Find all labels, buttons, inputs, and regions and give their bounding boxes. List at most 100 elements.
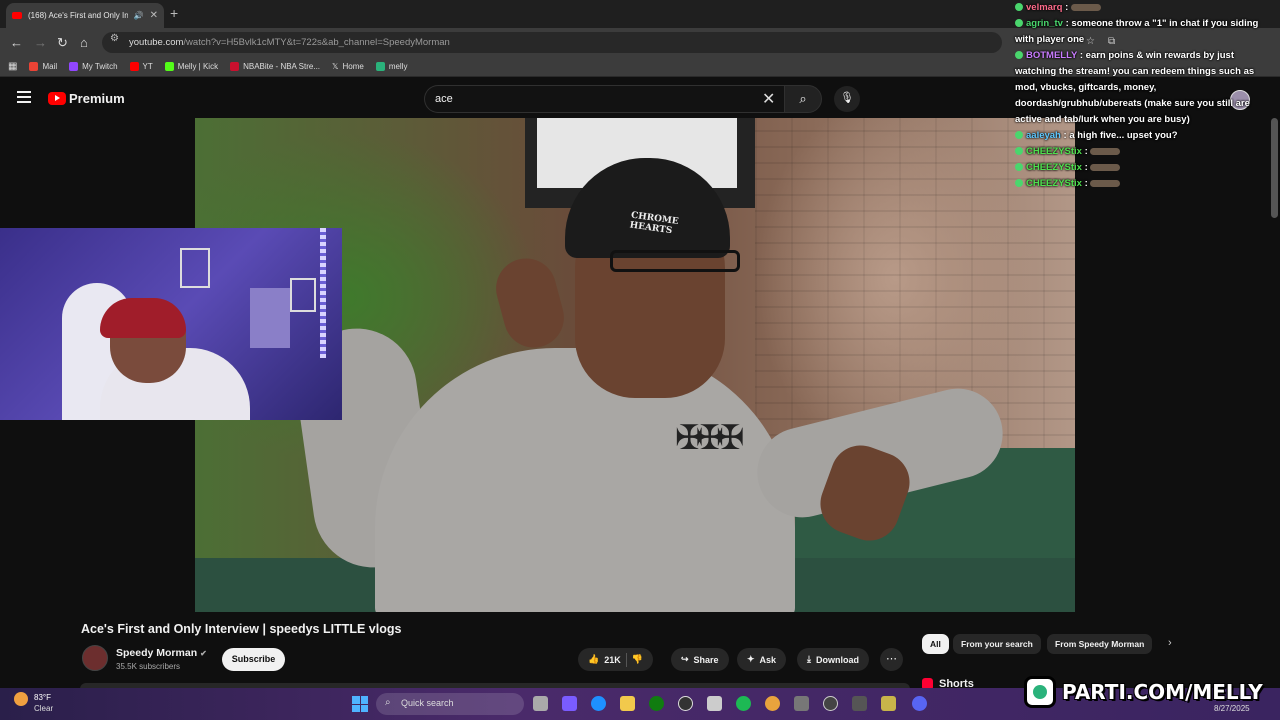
twitch-icon	[69, 62, 79, 71]
dislike-icon[interactable]: 👎	[632, 654, 643, 665]
download-button[interactable]: ⤓ Download	[797, 648, 869, 671]
menu-icon[interactable]	[17, 91, 31, 106]
logo-text: Premium	[69, 91, 125, 106]
person-hand	[489, 251, 571, 355]
bookmark-melly[interactable]: melly	[375, 62, 408, 71]
chat-badge-icon	[1015, 147, 1023, 156]
more-actions-button[interactable]: ⋯	[880, 648, 903, 671]
chat-badge-icon	[1015, 131, 1023, 140]
ask-button[interactable]: ✦ Ask	[737, 648, 787, 671]
bookmark-mail[interactable]: Mail	[29, 62, 57, 71]
app-icon[interactable]	[794, 696, 809, 711]
streamer-hat	[100, 298, 186, 338]
spotify-icon[interactable]	[736, 696, 751, 711]
bookmark-kick[interactable]: Melly | Kick	[164, 62, 219, 71]
bookmark-label: melly	[388, 62, 408, 71]
chat-message: BOTMELLY : earn poins & win rewards by j…	[1015, 50, 1255, 125]
xbox-icon[interactable]	[649, 696, 664, 711]
subscribe-button[interactable]: Subscribe	[222, 648, 285, 671]
store-icon[interactable]	[707, 696, 722, 711]
weather-icon[interactable]	[14, 692, 28, 706]
app-icon[interactable]	[881, 696, 896, 711]
person-glasses	[610, 250, 740, 272]
download-label: Download	[815, 654, 859, 665]
download-icon: ⤓	[807, 654, 811, 664]
new-tab-button[interactable]: +	[170, 5, 178, 21]
url-path: /watch?v=H5Bvlk1cMTY&t=722s&ab_channel=S…	[183, 37, 450, 48]
weather-temp[interactable]: 83°F	[34, 693, 51, 702]
bookmark-nbabite[interactable]: NBABite - NBA Stre...	[230, 62, 320, 71]
chat-text: earn poins & win rewards by just watchin…	[1015, 50, 1255, 125]
share-label: Share	[693, 654, 719, 665]
parti-logo-icon	[1024, 676, 1056, 708]
url-host: youtube.com	[129, 37, 184, 48]
chat-badge-icon	[1015, 163, 1023, 172]
stream-chat-overlay: velmarq : agrin_tv : someone throw a "1"…	[1015, 0, 1273, 200]
chrome-icon[interactable]	[765, 696, 780, 711]
channel-name[interactable]: Speedy Morman ✔	[116, 647, 207, 659]
gmail-icon	[29, 62, 39, 71]
voice-search-button[interactable]: 🎙	[834, 86, 860, 112]
start-button[interactable]	[352, 696, 368, 712]
chat-message: agrin_tv : someone throw a "1" in chat i…	[1015, 18, 1259, 45]
speaker-icon[interactable]: 🔊	[134, 11, 144, 20]
apps-grid-icon[interactable]: ▦	[8, 61, 17, 72]
chat-emote-icon	[1090, 147, 1121, 155]
reload-icon[interactable]: ↻	[57, 35, 68, 51]
share-button[interactable]: ↪ Share	[671, 648, 729, 671]
chat-badge-icon	[1015, 3, 1023, 12]
chevron-right-icon[interactable]: ›	[1168, 637, 1172, 649]
bookmark-label: YT	[142, 62, 153, 71]
discord-icon[interactable]	[912, 696, 927, 711]
bookmark-home[interactable]: 𝕏 Home	[332, 62, 364, 71]
shelf	[250, 288, 290, 348]
taskbar-search[interactable]: Quick search	[376, 693, 524, 715]
chat-badge-icon	[1015, 19, 1023, 28]
kick-icon	[164, 62, 174, 71]
task-view-icon[interactable]	[533, 696, 548, 711]
clear-search-icon[interactable]: ✕	[762, 89, 775, 109]
app-icon[interactable]	[852, 696, 867, 711]
page-scrollbar[interactable]	[1271, 118, 1278, 218]
weather-condition: Clear	[34, 704, 54, 713]
x-icon: 𝕏	[332, 62, 339, 71]
url-field[interactable]: youtube.com/watch?v=H5Bvlk1cMTY&t=722s&a…	[102, 32, 1002, 53]
browser-tab[interactable]: (168) Ace's First and Only In 🔊 ✕	[6, 3, 164, 28]
media-player-icon[interactable]	[823, 696, 838, 711]
chat-emote-icon	[1070, 3, 1101, 11]
copilot-icon[interactable]	[562, 696, 577, 711]
edge-icon[interactable]	[591, 696, 606, 711]
search-icon: ⌕	[385, 697, 391, 708]
chat-badge-icon	[1015, 51, 1023, 60]
chip-from-your-search[interactable]: From your search	[953, 634, 1041, 654]
search-input[interactable]: ace	[424, 85, 784, 113]
chat-message: CHEEZYStix :	[1015, 160, 1273, 176]
chat-emote-icon	[1090, 179, 1121, 187]
github-icon[interactable]	[678, 696, 693, 711]
search-button[interactable]: ⌕	[784, 85, 822, 113]
chat-username: agrin_tv	[1026, 18, 1063, 29]
back-icon[interactable]: ←	[10, 35, 23, 50]
chip-all[interactable]: All	[922, 634, 949, 654]
wall-frame	[290, 278, 316, 312]
ask-label: Ask	[759, 654, 777, 665]
youtube-logo[interactable]: Premium	[48, 91, 125, 106]
chat-badge-icon	[1015, 179, 1023, 188]
bookmark-label: Melly | Kick	[177, 62, 219, 71]
share-icon: ↪	[681, 654, 689, 664]
bookmark-my-twitch[interactable]: My Twitch	[69, 62, 118, 71]
home-icon[interactable]: ⌂	[80, 35, 88, 50]
chat-username: CHEEZYStix	[1026, 162, 1082, 173]
site-info-icon[interactable]: ⚙	[110, 33, 119, 44]
parti-brand-overlay: PARTI.COM/MELLY	[1024, 672, 1276, 712]
tab-title: (168) Ace's First and Only In	[28, 11, 128, 20]
like-icon[interactable]: 👍	[588, 654, 599, 665]
person-hoodie	[375, 348, 795, 612]
forward-icon[interactable]: →	[34, 35, 47, 50]
channel-avatar[interactable]	[82, 645, 108, 671]
file-explorer-icon[interactable]	[620, 696, 635, 711]
chip-from-channel[interactable]: From Speedy Morman	[1047, 634, 1153, 654]
like-count[interactable]: 21K	[604, 655, 621, 665]
close-tab-icon[interactable]: ✕	[150, 10, 158, 21]
bookmark-yt[interactable]: YT	[129, 62, 153, 71]
